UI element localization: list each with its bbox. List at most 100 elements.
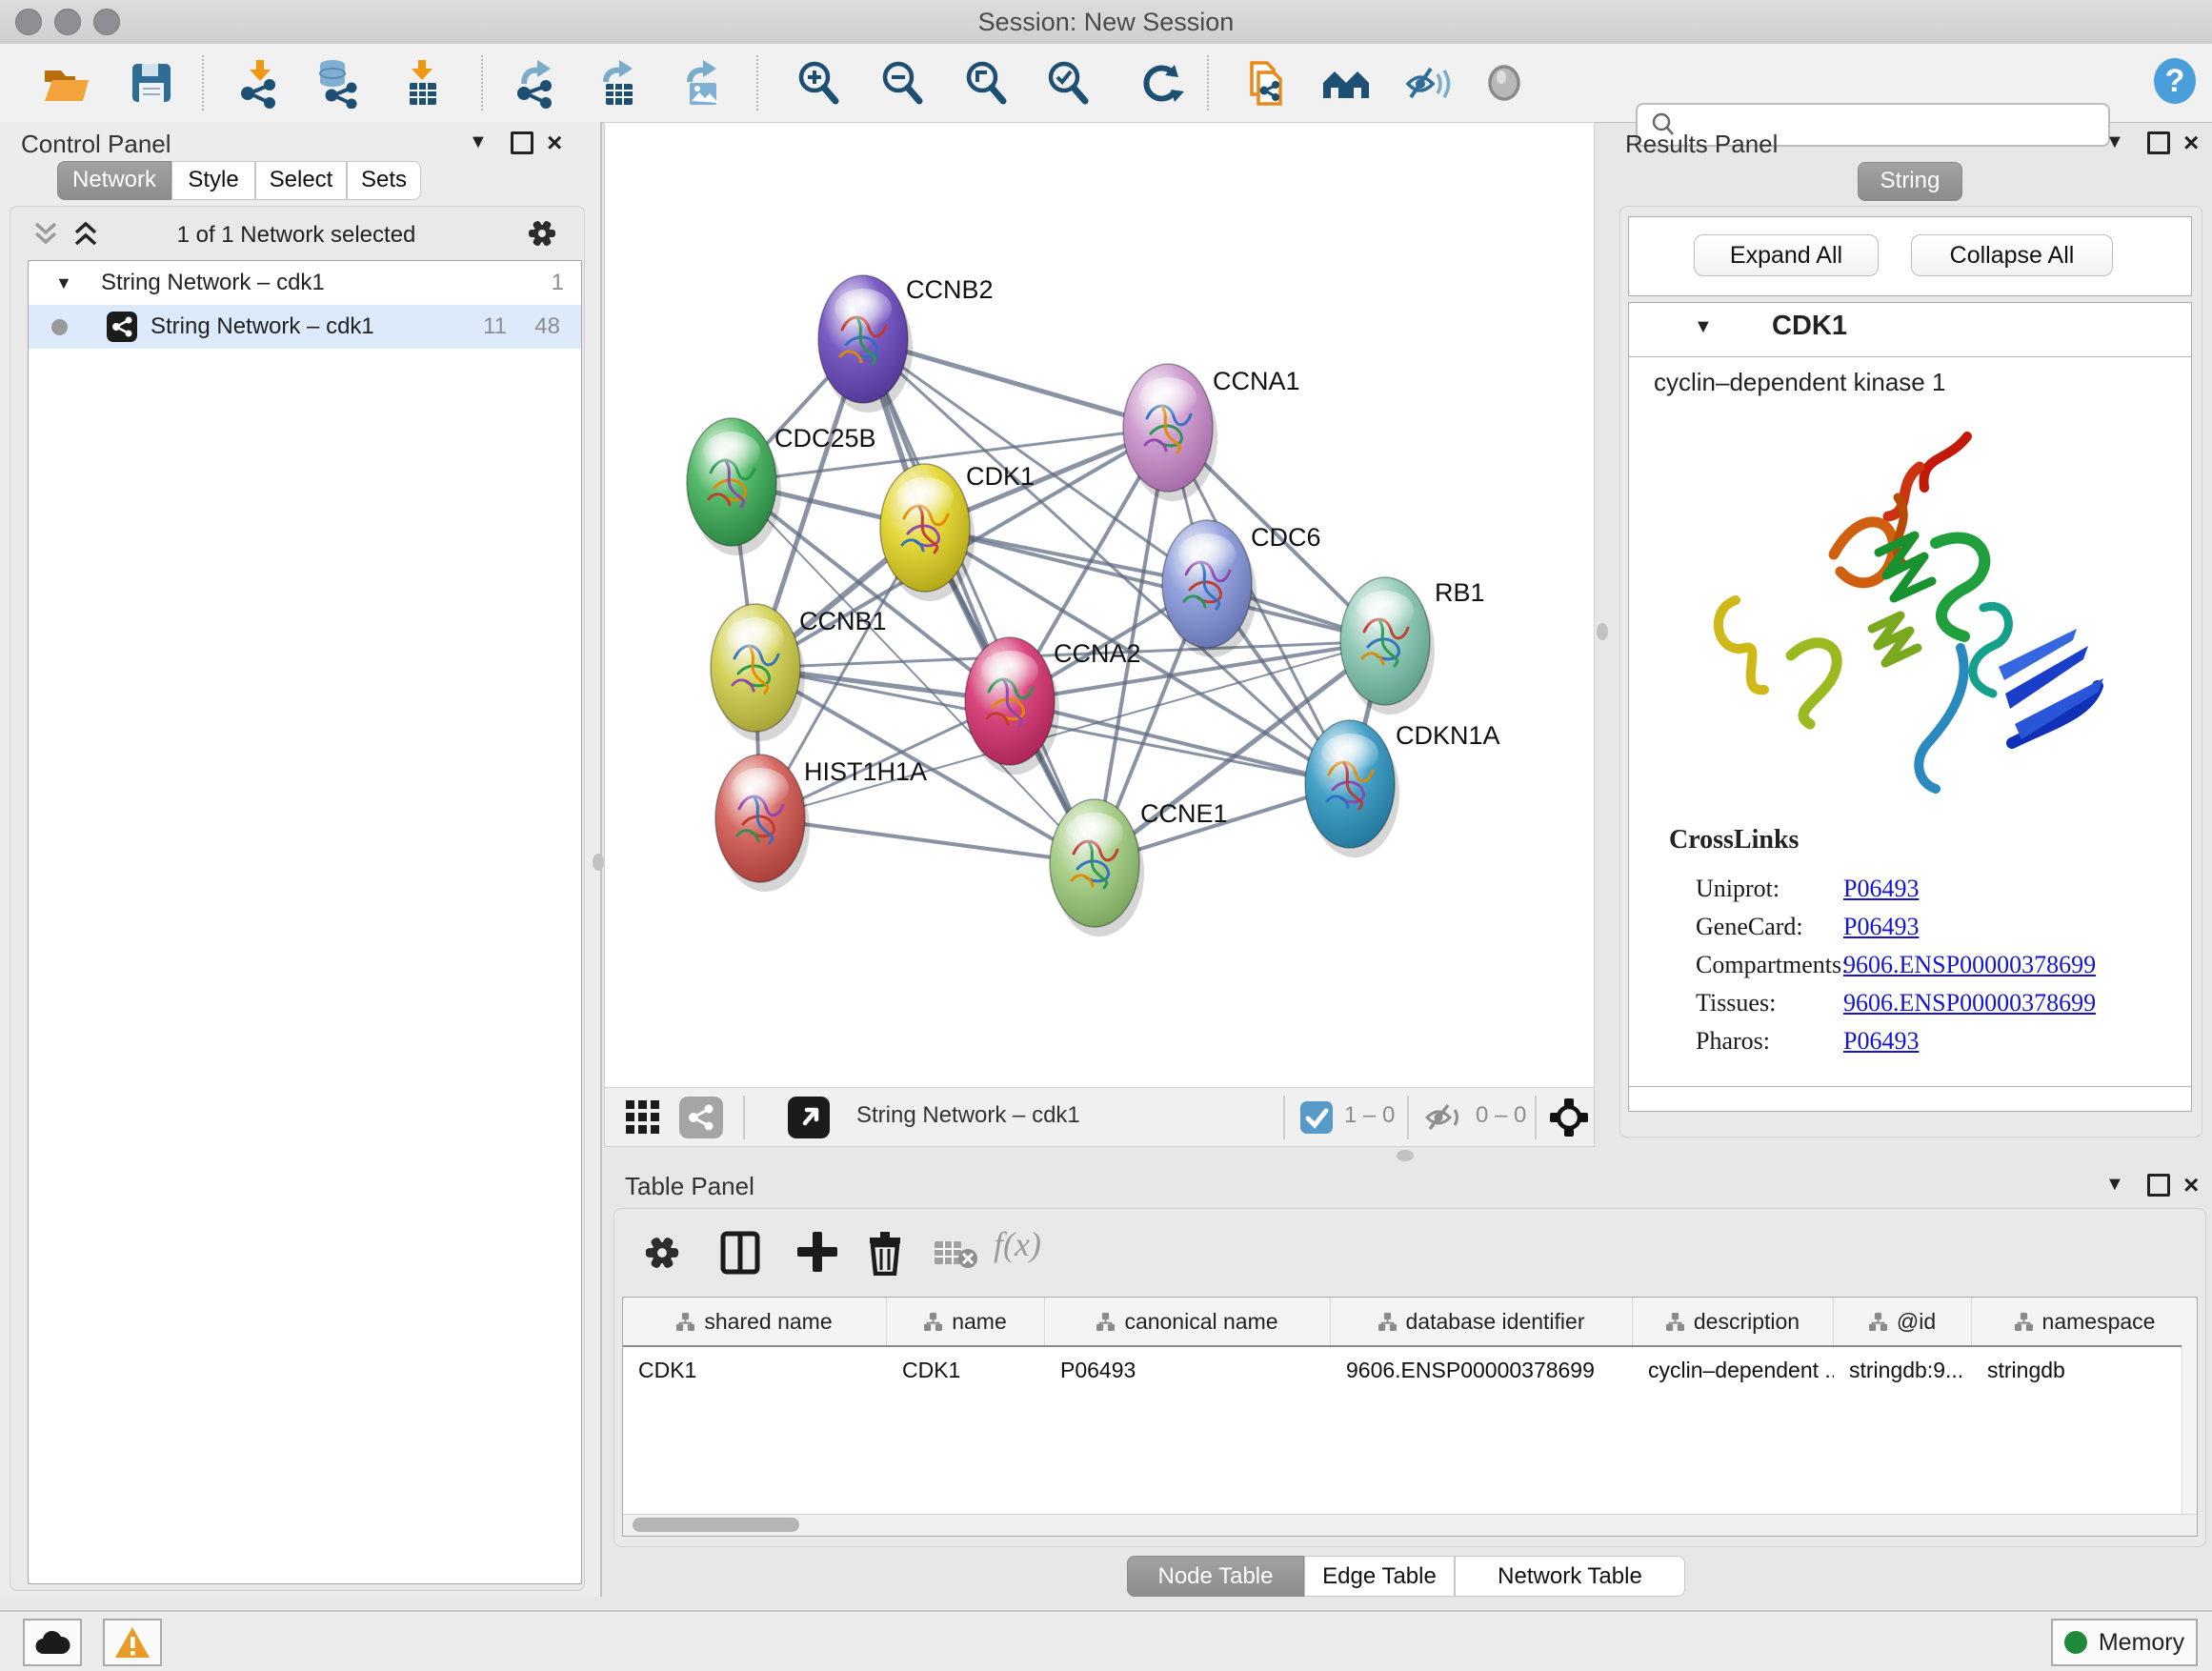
network-node[interactable]	[1162, 520, 1257, 657]
tab-network[interactable]: Network	[57, 161, 171, 200]
column-header-name[interactable]: name	[887, 1298, 1045, 1345]
expand-all-icon[interactable]	[70, 220, 102, 249]
vertical-splitter-handle[interactable]	[1597, 623, 1608, 640]
warnings-button[interactable]	[103, 1619, 162, 1666]
memory-button[interactable]: Memory	[2051, 1619, 2198, 1666]
delete-column-trash-icon[interactable]	[864, 1228, 906, 1276]
tab-sets[interactable]: Sets	[347, 161, 421, 200]
zoom-in-icon[interactable]	[793, 57, 844, 109]
node-label: CDC25B	[774, 424, 876, 453]
export-image-icon[interactable]	[676, 57, 728, 109]
table-cell[interactable]: cyclin–dependent ...	[1633, 1347, 1834, 1393]
import-network-database-icon[interactable]	[312, 57, 364, 109]
network-node[interactable]	[715, 755, 810, 892]
hide-eye-icon[interactable]	[1402, 57, 1454, 109]
import-network-file-icon[interactable]	[234, 57, 286, 109]
table-settings-gear-icon[interactable]	[641, 1232, 683, 1274]
tab-network-table[interactable]: Network Table	[1455, 1556, 1685, 1597]
network-node[interactable]	[711, 604, 805, 741]
refresh-icon[interactable]	[1136, 57, 1187, 109]
collection-disclosure-icon[interactable]: ▼	[55, 261, 72, 305]
network-node[interactable]	[965, 637, 1059, 775]
results-panel-collapse-icon[interactable]: ▼	[2105, 131, 2124, 153]
control-panel-close-icon[interactable]: ×	[547, 128, 562, 158]
network-canvas[interactable]: CCNB2CCNA1CDC25BCDK1CDC6RB1CCNB1CCNA2CDK…	[604, 122, 1595, 1088]
tab-edge-table[interactable]: Edge Table	[1304, 1556, 1455, 1597]
results-panel-float-icon[interactable]	[2147, 131, 2170, 154]
tab-style[interactable]: Style	[171, 161, 255, 200]
results-panel-close-icon[interactable]: ×	[2183, 128, 2199, 158]
table-cell[interactable]: CDK1	[887, 1347, 1045, 1393]
collapse-all-button[interactable]: Collapse All	[1911, 234, 2113, 276]
network-row[interactable]: String Network – cdk1 11 48	[29, 305, 581, 349]
zoom-out-icon[interactable]	[876, 57, 928, 109]
copy-document-icon[interactable]	[1240, 57, 1292, 109]
network-options-gear-icon[interactable]	[525, 216, 559, 251]
scrollbar-thumb[interactable]	[633, 1518, 799, 1532]
toolbar-separator	[481, 55, 483, 111]
create-column-icon[interactable]	[795, 1230, 839, 1274]
column-header-canonical-name[interactable]: canonical name	[1045, 1298, 1331, 1345]
table-cell[interactable]: P06493	[1045, 1347, 1331, 1393]
crosslink-value-link[interactable]: P06493	[1843, 1027, 1919, 1056]
column-header-namespace[interactable]: namespace	[1972, 1298, 2198, 1345]
column-header-database-identifier[interactable]: database identifier	[1331, 1298, 1633, 1345]
save-session-icon[interactable]	[126, 57, 177, 109]
birds-eye-view-icon[interactable]	[1478, 57, 1530, 109]
selected-checkbox-icon[interactable]	[1300, 1101, 1333, 1134]
home-networks-icon[interactable]	[1320, 57, 1372, 109]
import-table-file-icon[interactable]	[396, 57, 448, 109]
column-header--id[interactable]: @id	[1834, 1298, 1972, 1345]
network-node[interactable]	[1050, 799, 1144, 936]
collapse-all-icon[interactable]	[30, 220, 62, 249]
table-panel-collapse-icon[interactable]: ▼	[2105, 1174, 2124, 1196]
table-vertical-scrollbar[interactable]	[2182, 1345, 2197, 1515]
network-node[interactable]	[1305, 720, 1399, 857]
table-horizontal-scrollbar[interactable]	[623, 1514, 2197, 1536]
export-table-icon[interactable]	[593, 57, 644, 109]
table-cell[interactable]: 9606.ENSP00000378699	[1331, 1347, 1633, 1393]
cloud-status-button[interactable]	[23, 1619, 82, 1666]
gene-disclosure-icon[interactable]: ▼	[1694, 316, 1713, 338]
table-cell[interactable]: CDK1	[623, 1347, 887, 1393]
open-session-icon[interactable]	[40, 57, 91, 109]
column-header-shared-name[interactable]: shared name	[623, 1298, 887, 1345]
network-edge[interactable]	[760, 818, 1095, 863]
toolbar-separator	[202, 55, 204, 111]
horizontal-splitter-handle[interactable]	[1397, 1150, 1414, 1161]
open-in-window-icon[interactable]	[788, 1097, 830, 1138]
toolbar-separator	[756, 55, 758, 111]
grid-view-icon[interactable]	[626, 1100, 662, 1135]
crosslink-label: Compartments:	[1696, 951, 1843, 979]
table-cell[interactable]: stringdb	[1972, 1347, 2198, 1393]
network-overview-icon[interactable]	[679, 1097, 723, 1138]
help-icon[interactable]: ?	[2149, 55, 2201, 107]
tab-node-table[interactable]: Node Table	[1127, 1556, 1304, 1597]
vertical-splitter-handle[interactable]	[593, 854, 604, 871]
export-network-icon[interactable]	[511, 57, 562, 109]
zoom-fit-icon[interactable]	[960, 57, 1012, 109]
zoom-selected-icon[interactable]	[1042, 57, 1094, 109]
network-node-count: 11	[483, 305, 507, 349]
table-cell[interactable]: stringdb:9...	[1834, 1347, 1972, 1393]
network-node[interactable]	[687, 418, 781, 555]
string-network-icon	[107, 312, 137, 342]
table-panel-float-icon[interactable]	[2147, 1174, 2170, 1197]
column-header-description[interactable]: description	[1633, 1298, 1834, 1345]
birds-eye-toggle-icon[interactable]	[1550, 1098, 1588, 1137]
table-panel-close-icon[interactable]: ×	[2183, 1170, 2199, 1200]
network-node[interactable]	[1340, 577, 1435, 715]
crosslink-value-link[interactable]: 9606.ENSP00000378699	[1843, 989, 2096, 1017]
crosslink-value-link[interactable]: 9606.ENSP00000378699	[1843, 951, 2096, 979]
crosslink-value-link[interactable]: P06493	[1843, 875, 1919, 903]
tab-string[interactable]: String	[1858, 162, 1962, 201]
tab-select[interactable]: Select	[255, 161, 347, 200]
network-collection-row[interactable]: ▼ String Network – cdk1 1	[29, 261, 581, 305]
control-panel-collapse-icon[interactable]: ▼	[469, 131, 488, 153]
show-columns-icon[interactable]	[719, 1230, 761, 1276]
crosslink-value-link[interactable]: P06493	[1843, 913, 1919, 941]
network-node[interactable]	[818, 275, 913, 413]
table-data-row[interactable]: CDK1CDK1P064939606.ENSP00000378699cyclin…	[623, 1347, 2197, 1393]
expand-all-button[interactable]: Expand All	[1694, 234, 1879, 276]
control-panel-float-icon[interactable]	[511, 131, 533, 154]
